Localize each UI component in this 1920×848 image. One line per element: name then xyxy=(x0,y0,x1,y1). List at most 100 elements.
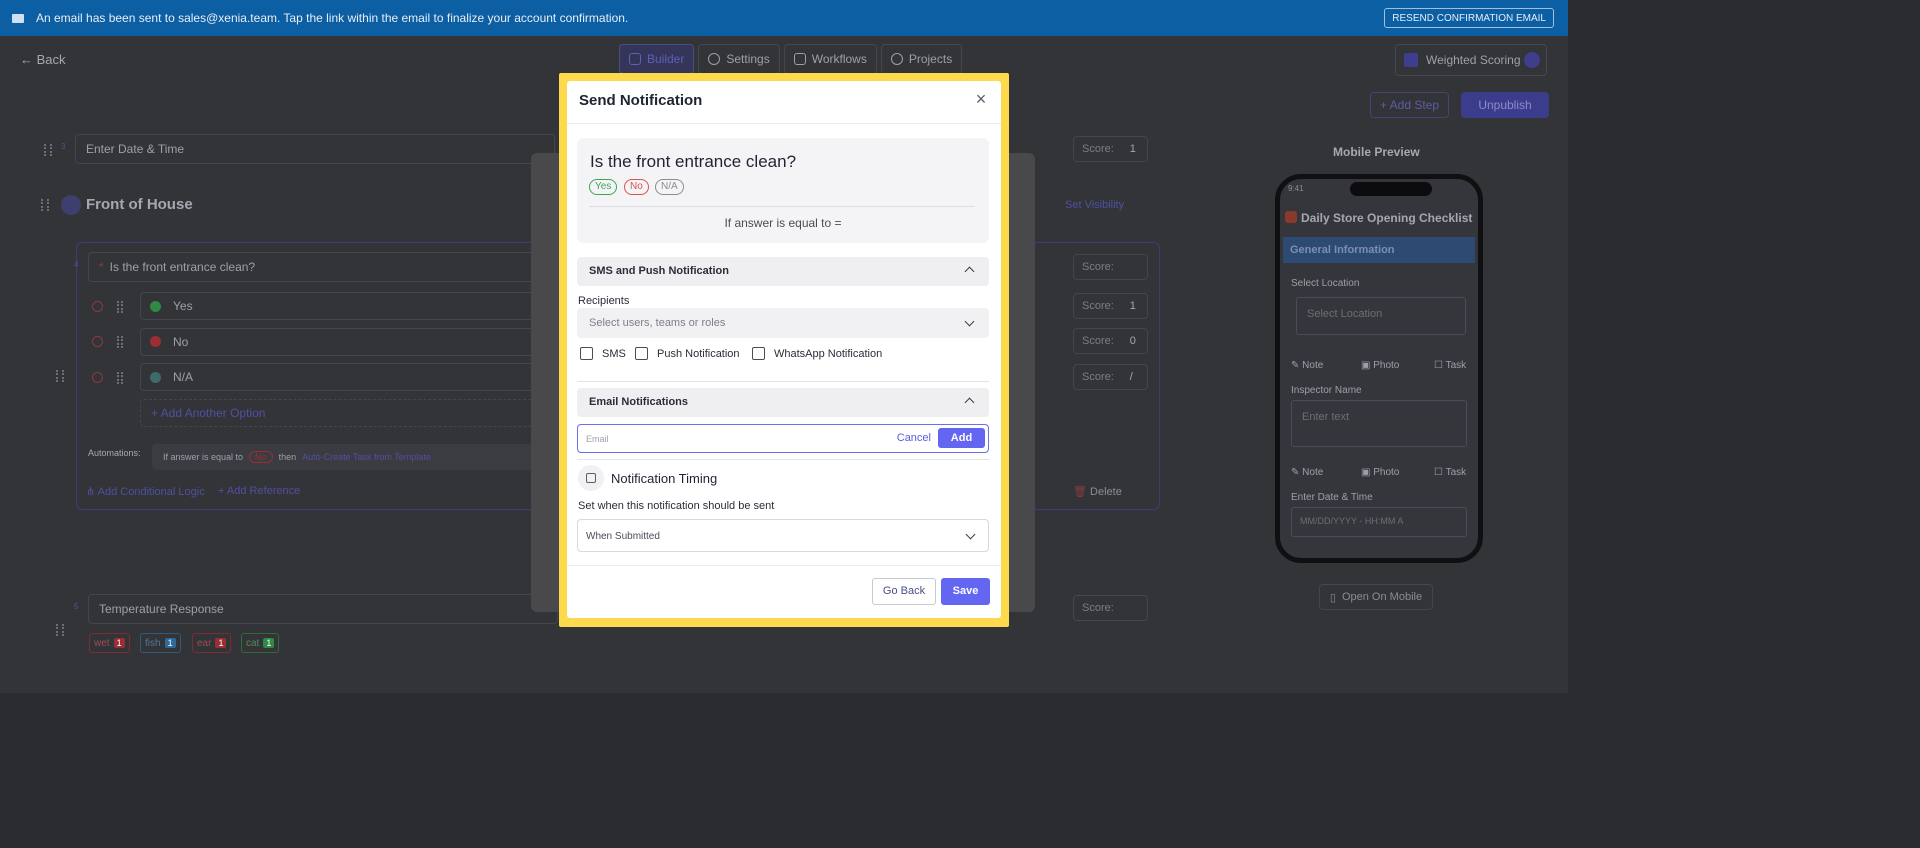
tab-label: Workflows xyxy=(811,52,867,66)
response-chip[interactable]: ear 1 xyxy=(192,633,232,653)
response-chip[interactable]: cat 1 xyxy=(241,633,280,653)
condition-text: If answer is equal to = xyxy=(724,216,842,230)
send-notification-modal: Send Notification × Is the front entranc… xyxy=(567,81,1001,618)
email-add-button[interactable]: Add xyxy=(938,428,985,448)
tab-builder[interactable]: Builder xyxy=(619,44,695,74)
back-button[interactable]: ← Back xyxy=(20,52,66,67)
whatsapp-notification-checkbox[interactable]: WhatsApp Notification xyxy=(752,347,882,360)
note-label: Note xyxy=(1302,467,1324,478)
email-cancel-button[interactable]: Cancel xyxy=(897,432,931,444)
location-select[interactable]: Select Location xyxy=(1296,297,1466,335)
score-value: 1 xyxy=(1129,143,1136,155)
add-option-button[interactable]: + Add Another Option xyxy=(140,399,550,427)
task-label: Task xyxy=(1445,360,1467,371)
phone-preview: 9:41 Daily Store Opening Checklist Gener… xyxy=(1275,174,1483,563)
email-section-header[interactable]: Email Notifications xyxy=(577,388,989,417)
photo-action[interactable]: ▣ Photo xyxy=(1361,360,1399,371)
inspector-input[interactable]: Enter text xyxy=(1291,400,1467,447)
drag-handle-icon[interactable] xyxy=(56,370,64,382)
tab-settings[interactable]: Settings xyxy=(698,44,780,74)
email-input[interactable] xyxy=(586,431,876,447)
question-text-field[interactable]: * Is the front entrance clean? xyxy=(88,252,558,282)
step-enter-date-time[interactable]: Enter Date & Time xyxy=(75,134,555,164)
option-color-icon[interactable] xyxy=(150,372,161,383)
date-input[interactable]: MM/DD/YYYY - HH:MM A xyxy=(1291,507,1467,537)
drag-handle-icon[interactable] xyxy=(44,144,52,156)
required-icon: * xyxy=(99,260,104,274)
automation-rule-text: If answer is equal to xyxy=(163,452,244,462)
unpublish-button[interactable]: Unpublish xyxy=(1461,92,1549,118)
note-action[interactable]: ✎ Note xyxy=(1291,360,1323,371)
sms-checkbox[interactable]: SMS xyxy=(580,347,626,360)
drag-handle-icon[interactable] xyxy=(41,199,49,211)
set-visibility-link[interactable]: Set Visibility xyxy=(1065,199,1124,211)
open-on-mobile-button[interactable]: ▯ Open On Mobile xyxy=(1319,584,1433,610)
add-conditional-logic-link[interactable]: ⋔ Add Conditional Logic xyxy=(86,485,205,498)
resend-confirmation-button[interactable]: RESEND CONFIRMATION EMAIL xyxy=(1384,8,1554,28)
sms-push-section-header[interactable]: SMS and Push Notification xyxy=(577,257,989,286)
add-reference-link[interactable]: + Add Reference xyxy=(218,485,300,497)
score-field[interactable]: Score: 0 xyxy=(1073,328,1148,354)
option-row[interactable]: No xyxy=(140,328,550,356)
phone-time: 9:41 xyxy=(1288,184,1304,193)
task-label: Task xyxy=(1445,467,1467,478)
drag-handle-icon[interactable] xyxy=(117,372,123,384)
note-action[interactable]: ✎ Note xyxy=(1291,467,1323,478)
chevron-down-icon[interactable] xyxy=(61,195,81,215)
field-label: Select Location xyxy=(1291,278,1360,289)
section-title: SMS and Push Notification xyxy=(589,265,729,277)
score-field[interactable]: Score: 1 xyxy=(1073,136,1148,162)
option-row[interactable]: Yes xyxy=(140,292,550,320)
tab-projects[interactable]: Projects xyxy=(880,44,963,74)
recipients-select[interactable]: Select users, teams or roles xyxy=(577,308,989,338)
drag-handle-icon[interactable] xyxy=(117,301,123,313)
score-label: Score: xyxy=(1082,143,1114,155)
remove-option-icon[interactable] xyxy=(92,336,103,347)
chip-label: wet xyxy=(94,637,110,649)
phone-notch xyxy=(1350,182,1432,196)
remove-option-icon[interactable] xyxy=(92,301,103,312)
add-conditional-label: Add Conditional Logic xyxy=(97,486,205,498)
automation-rule[interactable]: If answer is equal to No then Auto-Creat… xyxy=(152,444,552,470)
section-header: General Information xyxy=(1283,237,1475,263)
score-field[interactable]: Score: / xyxy=(1073,364,1148,390)
option-row[interactable]: N/A xyxy=(140,363,550,391)
question-summary: Is the front entrance clean? Yes No N/A … xyxy=(577,138,989,243)
option-color-icon[interactable] xyxy=(150,301,161,312)
task-action[interactable]: ☐ Task xyxy=(1434,467,1466,478)
tab-workflows[interactable]: Workflows xyxy=(783,44,877,74)
recipients-label: Recipients xyxy=(578,295,630,307)
open-on-mobile-label: Open On Mobile xyxy=(1341,591,1423,603)
response-chip[interactable]: wet 1 xyxy=(89,633,130,653)
score-field[interactable]: Score: xyxy=(1073,595,1148,621)
weighted-scoring-label: Weighted Scoring xyxy=(1426,53,1521,67)
checklist-title: Daily Store Opening Checklist xyxy=(1301,211,1473,225)
drag-handle-icon[interactable] xyxy=(117,336,123,348)
option-color-icon[interactable] xyxy=(150,336,161,347)
automations-label: Automations: xyxy=(88,448,141,458)
score-field[interactable]: Score: xyxy=(1073,254,1148,280)
go-back-button[interactable]: Go Back xyxy=(872,578,936,605)
option-label: No xyxy=(173,335,189,349)
email-field[interactable]: Cancel Add xyxy=(577,424,989,453)
push-notification-checkbox[interactable]: Push Notification xyxy=(635,347,740,360)
tab-label: Settings xyxy=(726,52,770,66)
step-temperature-response[interactable]: Temperature Response xyxy=(88,594,558,624)
timing-subtitle: Set when this notification should be sen… xyxy=(578,500,775,512)
gear-icon[interactable] xyxy=(1524,52,1540,68)
photo-label: Photo xyxy=(1373,360,1400,371)
task-action[interactable]: ☐ Task xyxy=(1434,360,1466,371)
timing-select[interactable]: When Submitted xyxy=(577,519,989,552)
drag-handle-icon[interactable] xyxy=(56,624,64,636)
response-chip[interactable]: fish 1 xyxy=(140,633,181,653)
close-icon[interactable]: × xyxy=(973,90,989,108)
score-field[interactable]: Score: 1 xyxy=(1073,293,1148,319)
remove-option-icon[interactable] xyxy=(92,372,103,383)
answer-pill-yes: Yes xyxy=(589,179,618,195)
weighted-scoring-toggle[interactable]: Weighted Scoring xyxy=(1395,44,1547,76)
add-step-button[interactable]: + Add Step xyxy=(1370,92,1449,118)
mobile-preview-title: Mobile Preview xyxy=(1333,145,1420,159)
save-button[interactable]: Save xyxy=(941,578,990,605)
delete-button[interactable]: 🗑 Delete xyxy=(1073,485,1122,498)
photo-action[interactable]: ▣ Photo xyxy=(1361,467,1399,478)
